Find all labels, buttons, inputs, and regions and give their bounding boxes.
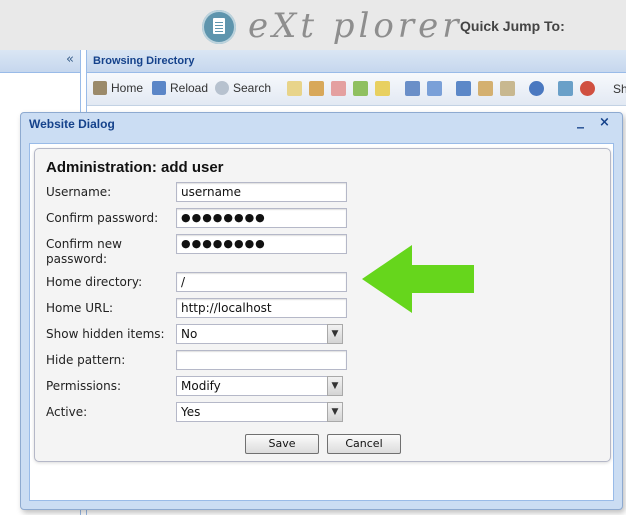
hide-pattern-label: Hide pattern: — [46, 353, 126, 367]
upload-icon[interactable] — [456, 81, 471, 96]
chmod-icon[interactable] — [375, 81, 390, 96]
show-hidden-select[interactable]: No ▼ — [176, 324, 343, 344]
main-toolbar: Home Reload Search Sh — [87, 73, 626, 106]
show-hidden-label: Show hidden items: — [46, 327, 165, 341]
form-title: Administration: add user — [46, 159, 224, 176]
view-icon[interactable] — [405, 81, 420, 96]
search-button-label: Search — [233, 81, 272, 95]
edit-icon[interactable] — [309, 81, 324, 96]
close-icon[interactable]: × — [599, 115, 610, 130]
permissions-label: Permissions: — [46, 379, 122, 393]
toolbar-overflow-label[interactable]: Sh — [613, 82, 626, 96]
chevron-down-icon[interactable]: ▼ — [327, 376, 343, 396]
dialog-body: Administration: add user Username: usern… — [29, 143, 614, 501]
left-panel-header: « — [0, 50, 80, 73]
confirm-password-input[interactable]: ●●●●●●●● — [176, 208, 347, 228]
app-logo-text: eXt plorer — [248, 6, 463, 46]
chevron-down-icon[interactable]: ▼ — [327, 402, 343, 422]
home-button-label: Home — [111, 81, 144, 95]
home-directory-input[interactable]: / — [176, 272, 347, 292]
main-panel-title: Browsing Directory — [87, 50, 626, 73]
reload-icon — [152, 81, 166, 95]
document-logo-icon — [202, 10, 236, 44]
active-value: Yes — [181, 405, 201, 419]
hide-pattern-input[interactable] — [176, 350, 347, 370]
admin-icon[interactable] — [558, 81, 573, 96]
save-button[interactable]: Save — [245, 434, 319, 454]
home-directory-label: Home directory: — [46, 275, 143, 289]
archive-icon[interactable] — [478, 81, 493, 96]
rename-icon[interactable] — [353, 81, 368, 96]
search-icon — [215, 81, 229, 95]
reload-button-label: Reload — [170, 81, 209, 95]
home-url-label: Home URL: — [46, 301, 114, 315]
new-file-icon[interactable] — [287, 81, 302, 96]
username-label: Username: — [46, 185, 112, 199]
permissions-select[interactable]: Modify ▼ — [176, 376, 343, 396]
show-hidden-value: No — [181, 327, 198, 341]
website-dialog: Website Dialog _ × Administration: add u… — [20, 112, 623, 510]
green-arrow-icon — [362, 245, 474, 313]
dialog-title: Website Dialog — [29, 117, 115, 131]
home-url-input[interactable]: http://localhost — [176, 298, 347, 318]
top-bar: eXt plorer Quick Jump To: — [0, 0, 626, 50]
confirm-new-password-label: Confirm new password: — [46, 237, 122, 266]
permissions-value: Modify — [181, 379, 221, 393]
add-user-form: Administration: add user Username: usern… — [34, 148, 611, 462]
extract-icon[interactable] — [500, 81, 515, 96]
reload-button[interactable]: Reload — [152, 81, 208, 95]
quick-jump-label: Quick Jump To: — [460, 18, 565, 34]
active-select[interactable]: Yes ▼ — [176, 402, 343, 422]
chevron-down-icon[interactable]: ▼ — [327, 324, 343, 344]
search-button[interactable]: Search — [215, 81, 271, 95]
minimize-icon[interactable]: _ — [577, 113, 584, 129]
confirm-new-password-input[interactable]: ●●●●●●●● — [176, 234, 347, 254]
confirm-password-label: Confirm password: — [46, 211, 159, 225]
active-label: Active: — [46, 405, 88, 419]
help-icon[interactable] — [529, 81, 544, 96]
logout-icon[interactable] — [580, 81, 595, 96]
home-icon — [93, 81, 107, 95]
home-button[interactable]: Home — [93, 81, 143, 95]
double-chevron-left-icon[interactable]: « — [66, 52, 74, 67]
cancel-button[interactable]: Cancel — [327, 434, 401, 454]
delete-icon[interactable] — [331, 81, 346, 96]
username-input[interactable]: username — [176, 182, 347, 202]
download-icon[interactable] — [427, 81, 442, 96]
